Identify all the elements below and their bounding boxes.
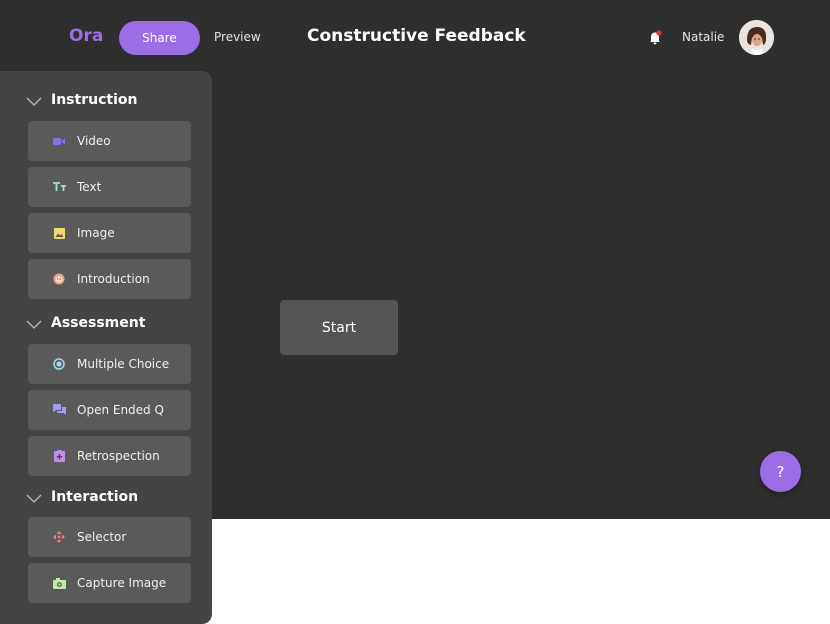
sidebar-item-label: Video [77, 134, 111, 148]
section-title: Assessment [51, 315, 146, 331]
help-button[interactable]: ? [760, 451, 801, 492]
share-button[interactable]: Share [119, 21, 200, 55]
notification-bell-icon[interactable] [648, 30, 662, 45]
page-title: Constructive Feedback [307, 26, 526, 46]
chevron-down-icon[interactable] [26, 96, 42, 106]
sidebar-item-open-ended-q[interactable]: Open Ended Q [28, 390, 191, 430]
section-title: Instruction [51, 92, 138, 108]
username[interactable]: Natalie [682, 30, 724, 44]
camera-icon [52, 576, 66, 590]
radio-icon [52, 357, 66, 371]
video-icon [52, 134, 66, 148]
sidebar-item-video[interactable]: Video [28, 121, 191, 161]
start-button[interactable]: Start [280, 300, 398, 355]
sidebar-item-label: Text [77, 180, 102, 194]
sidebar-item-selector[interactable]: Selector [28, 517, 191, 557]
sidebar-item-introduction[interactable]: Introduction [28, 259, 191, 299]
introduction-icon [52, 272, 66, 286]
text-icon [52, 180, 66, 194]
sidebar-item-label: Retrospection [77, 449, 160, 463]
sidebar-item-label: Open Ended Q [77, 403, 164, 417]
chat-icon [52, 403, 66, 417]
logo[interactable]: Ora [69, 26, 103, 46]
sidebar-item-text[interactable]: Text [28, 167, 191, 207]
selector-icon [52, 530, 66, 544]
sidebar-item-label: Capture Image [77, 576, 167, 590]
sidebar-item-label: Selector [77, 530, 127, 544]
retrospection-icon [52, 449, 66, 463]
section-title: Interaction [51, 489, 139, 505]
chevron-down-icon[interactable] [26, 493, 42, 503]
image-icon [52, 226, 66, 240]
avatar[interactable] [739, 20, 774, 55]
sidebar-item-label: Introduction [77, 272, 150, 286]
section-header-instruction[interactable]: Instruction [0, 92, 212, 112]
section-header-interaction[interactable]: Interaction [0, 489, 212, 509]
sidebar-item-retrospection[interactable]: Retrospection [28, 436, 191, 476]
sidebar-item-capture-image[interactable]: Capture Image [28, 563, 191, 603]
sidebar: Instruction Video Text Image Introductio… [0, 71, 212, 624]
top-bar: Ora Share Preview Constructive Feedback … [0, 0, 830, 75]
sidebar-item-multiple-choice[interactable]: Multiple Choice [28, 344, 191, 384]
section-header-assessment[interactable]: Assessment [0, 315, 212, 335]
sidebar-item-image[interactable]: Image [28, 213, 191, 253]
chevron-down-icon[interactable] [26, 319, 42, 329]
sidebar-item-label: Image [77, 226, 115, 240]
preview-link[interactable]: Preview [214, 30, 261, 44]
sidebar-item-label: Multiple Choice [77, 357, 170, 371]
